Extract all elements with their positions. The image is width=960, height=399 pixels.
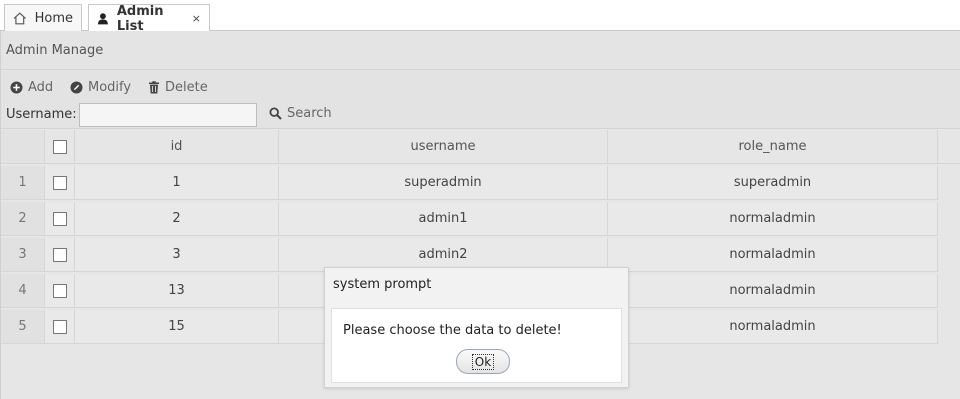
toolbar: Add Modify Delete Username: Search — [1, 71, 960, 129]
column-header-role-name[interactable]: role_name — [608, 130, 938, 164]
modify-button-label: Modify — [88, 80, 132, 95]
add-button[interactable]: Add — [10, 80, 53, 95]
table-row[interactable]: 1 1 superadmin superadmin — [1, 166, 938, 200]
plus-circle-icon — [10, 81, 23, 94]
row-select-cell — [45, 202, 75, 236]
column-header-username[interactable]: username — [279, 130, 608, 164]
system-prompt-dialog: system prompt Please choose the data to … — [324, 267, 629, 388]
search-icon — [269, 107, 282, 120]
cell-id: 3 — [75, 238, 279, 272]
search-button[interactable]: Search — [269, 106, 332, 121]
dialog-message: Please choose the data to delete! — [343, 323, 562, 338]
table-row[interactable]: 2 2 admin1 normaladmin — [1, 202, 938, 236]
table-header-row: id username role_name — [1, 130, 938, 164]
row-number: 3 — [1, 238, 45, 272]
tab-admin-list[interactable]: Admin List × — [88, 3, 210, 34]
user-icon — [97, 13, 108, 25]
row-checkbox[interactable] — [52, 247, 67, 262]
cell-id: 2 — [75, 202, 279, 236]
cell-role-name: normaladmin — [608, 202, 938, 236]
cell-role-name: superadmin — [608, 166, 938, 200]
cell-role-name: normaladmin — [608, 310, 938, 344]
row-checkbox[interactable] — [52, 319, 67, 334]
trash-icon — [149, 81, 159, 94]
username-label: Username: — [6, 107, 77, 122]
ok-button[interactable]: Ok — [456, 349, 510, 374]
row-select-cell — [45, 166, 75, 200]
row-number: 1 — [1, 166, 45, 200]
delete-button-label: Delete — [165, 80, 208, 95]
dialog-body: Please choose the data to delete! Ok — [331, 308, 622, 383]
row-select-cell — [45, 238, 75, 272]
row-number-header — [1, 130, 45, 164]
row-checkbox[interactable] — [52, 283, 67, 298]
cell-role-name: normaladmin — [608, 274, 938, 308]
select-all-checkbox[interactable] — [52, 139, 67, 154]
tab-home[interactable]: Home — [4, 4, 82, 31]
row-select-cell — [45, 310, 75, 344]
cell-id: 1 — [75, 166, 279, 200]
row-number: 4 — [1, 274, 45, 308]
row-checkbox[interactable] — [52, 211, 67, 226]
username-search-input[interactable] — [79, 103, 257, 127]
tab-close-icon[interactable]: × — [192, 12, 201, 25]
cell-role-name: normaladmin — [608, 238, 938, 272]
cell-username: superadmin — [279, 166, 608, 200]
header-scroll-spacer — [938, 130, 960, 164]
add-button-label: Add — [28, 80, 54, 95]
row-number: 5 — [1, 310, 45, 344]
select-all-cell — [45, 130, 75, 164]
tab-home-label: Home — [34, 10, 73, 26]
modify-button[interactable]: Modify — [70, 80, 131, 95]
row-select-cell — [45, 274, 75, 308]
home-icon — [13, 11, 27, 24]
cell-username: admin1 — [279, 202, 608, 236]
row-checkbox[interactable] — [52, 175, 67, 190]
cell-id: 13 — [75, 274, 279, 308]
cell-id: 15 — [75, 310, 279, 344]
delete-button[interactable]: Delete — [148, 80, 208, 95]
search-button-label: Search — [287, 106, 332, 121]
tab-strip: Home Admin List × — [0, 0, 960, 34]
tab-admin-list-label: Admin List — [116, 3, 164, 34]
panel-title: Admin Manage — [1, 31, 960, 70]
column-header-id[interactable]: id — [75, 130, 279, 164]
pencil-circle-icon — [70, 81, 83, 94]
dialog-title: system prompt — [333, 277, 432, 292]
row-number: 2 — [1, 202, 45, 236]
ok-button-label: Ok — [471, 353, 495, 370]
